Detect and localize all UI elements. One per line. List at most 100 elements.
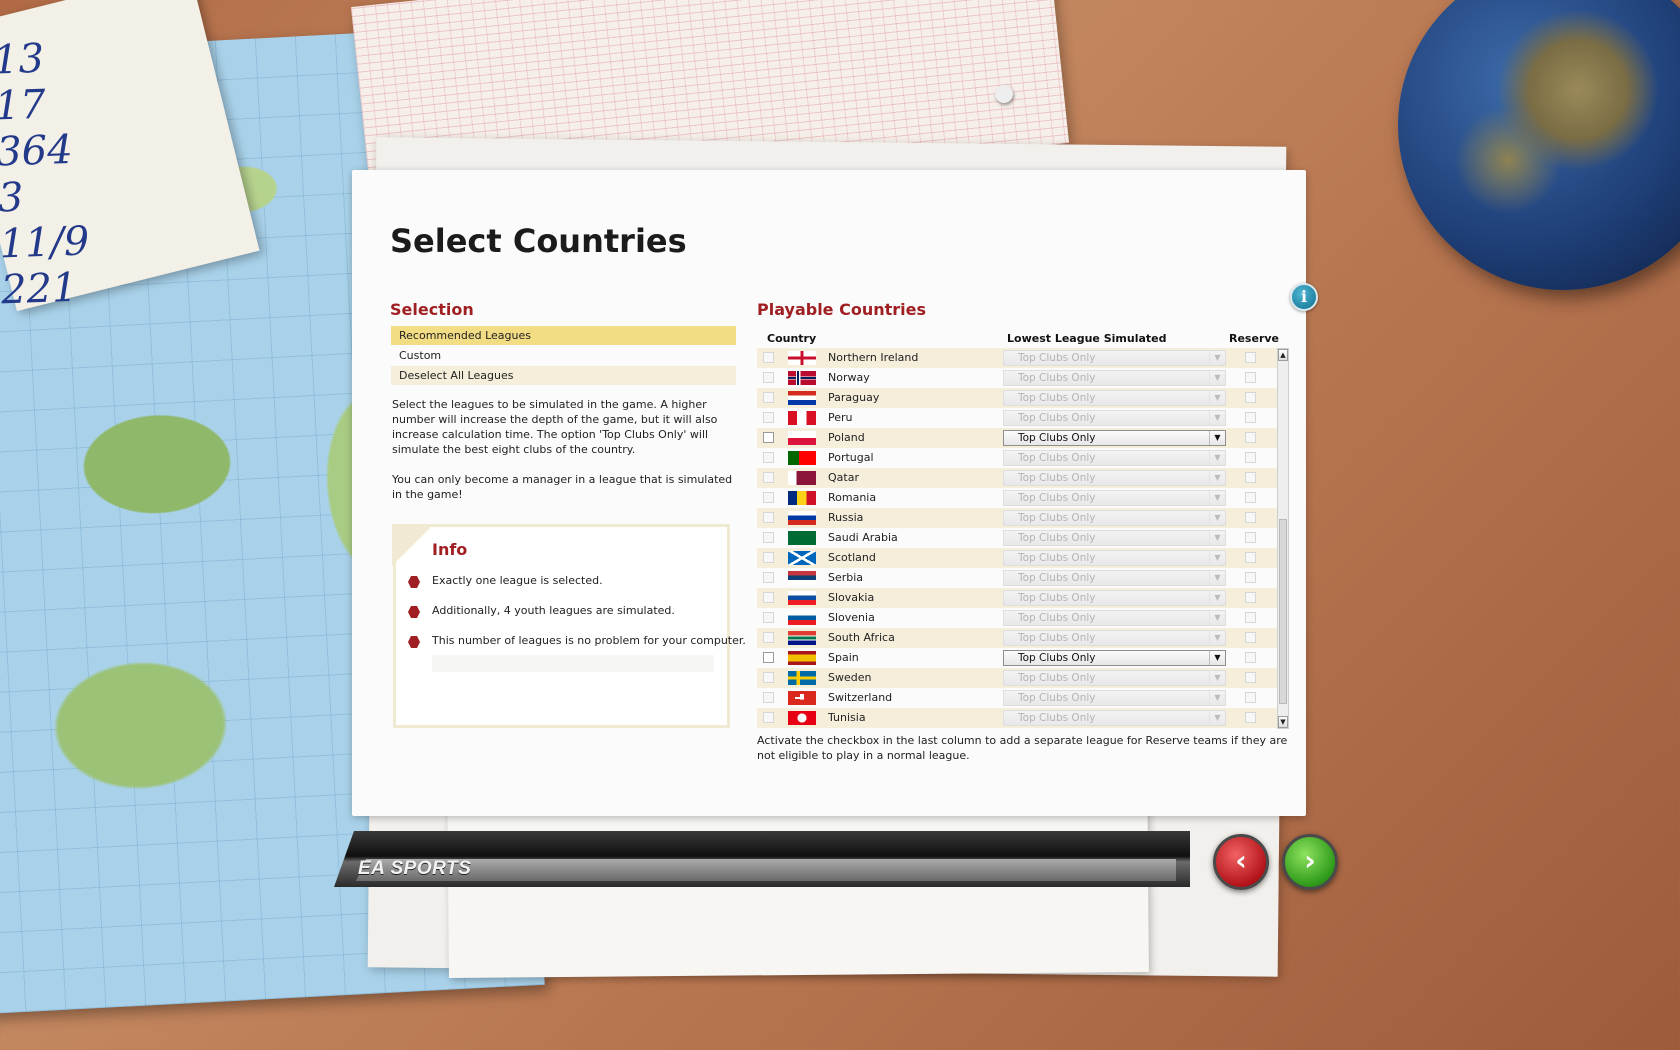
- country-checkbox[interactable]: [763, 412, 774, 423]
- info-line: This number of leagues is no problem for…: [432, 634, 746, 647]
- reserve-checkbox[interactable]: [1245, 532, 1256, 543]
- country-checkbox[interactable]: [763, 552, 774, 563]
- country-checkbox[interactable]: [763, 452, 774, 463]
- table-row: Scotland Top Clubs Only ▼: [757, 548, 1277, 568]
- table-row: Slovakia Top Clubs Only ▼: [757, 588, 1277, 608]
- league-dropdown[interactable]: Top Clubs Only ▼: [1003, 690, 1226, 706]
- countries-scrollbar[interactable]: ▲ ▼: [1277, 348, 1289, 729]
- reserve-checkbox[interactable]: [1245, 612, 1256, 623]
- country-checkbox[interactable]: [763, 372, 774, 383]
- selection-deselect-all[interactable]: Deselect All Leagues: [391, 366, 736, 385]
- league-dropdown[interactable]: Top Clubs Only ▼: [1003, 610, 1226, 626]
- playable-countries-title: Playable Countries: [757, 300, 927, 319]
- flag-slovakia-icon: [788, 591, 816, 605]
- table-row: Saudi Arabia Top Clubs Only ▼: [757, 528, 1277, 548]
- league-dropdown[interactable]: Top Clubs Only ▼: [1003, 630, 1226, 646]
- league-dropdown[interactable]: Top Clubs Only ▼: [1003, 430, 1226, 446]
- note-scribble: 13 17 364 3 11/9 221: [0, 35, 91, 314]
- reserve-checkbox[interactable]: [1245, 652, 1256, 663]
- league-dropdown[interactable]: Top Clubs Only ▼: [1003, 670, 1226, 686]
- table-row: Paraguay Top Clubs Only ▼: [757, 388, 1277, 408]
- league-dropdown[interactable]: Top Clubs Only ▼: [1003, 390, 1226, 406]
- country-checkbox[interactable]: [763, 352, 774, 363]
- reserve-checkbox[interactable]: [1245, 392, 1256, 403]
- table-row: Russia Top Clubs Only ▼: [757, 508, 1277, 528]
- flag-south-africa-icon: [788, 631, 816, 645]
- table-row: Peru Top Clubs Only ▼: [757, 408, 1277, 428]
- league-dropdown[interactable]: Top Clubs Only ▼: [1003, 370, 1226, 386]
- league-dropdown[interactable]: Top Clubs Only ▼: [1003, 530, 1226, 546]
- table-row: Northern Ireland Top Clubs Only ▼: [757, 348, 1277, 368]
- chevron-down-icon: ▼: [1209, 571, 1225, 585]
- reserve-checkbox[interactable]: [1245, 452, 1256, 463]
- back-button[interactable]: ‹: [1213, 834, 1269, 890]
- country-checkbox[interactable]: [763, 692, 774, 703]
- league-dropdown-value: Top Clubs Only: [1018, 452, 1096, 464]
- next-button[interactable]: ›: [1282, 834, 1338, 890]
- country-name: Saudi Arabia: [828, 531, 898, 544]
- country-checkbox[interactable]: [763, 572, 774, 583]
- reserve-checkbox[interactable]: [1245, 372, 1256, 383]
- league-dropdown[interactable]: Top Clubs Only ▼: [1003, 650, 1226, 666]
- reserve-checkbox[interactable]: [1245, 592, 1256, 603]
- country-checkbox[interactable]: [763, 672, 774, 683]
- reserve-checkbox[interactable]: [1245, 472, 1256, 483]
- league-dropdown-value: Top Clubs Only: [1018, 572, 1096, 584]
- scroll-thumb[interactable]: [1279, 519, 1287, 704]
- reserve-checkbox[interactable]: [1245, 692, 1256, 703]
- chevron-down-icon: ▼: [1209, 551, 1225, 565]
- league-dropdown[interactable]: Top Clubs Only ▼: [1003, 410, 1226, 426]
- bottom-bar-chrome: [356, 859, 1176, 881]
- selection-description: Select the leagues to be simulated in th…: [392, 398, 718, 456]
- country-checkbox[interactable]: [763, 712, 774, 723]
- country-checkbox[interactable]: [763, 392, 774, 403]
- selection-recommended-leagues[interactable]: Recommended Leagues: [391, 326, 736, 345]
- country-checkbox[interactable]: [763, 532, 774, 543]
- country-checkbox[interactable]: [763, 612, 774, 623]
- chevron-down-icon: ▼: [1209, 631, 1225, 645]
- chevron-right-icon: ›: [1304, 844, 1316, 877]
- reserve-checkbox[interactable]: [1245, 712, 1256, 723]
- country-checkbox[interactable]: [763, 512, 774, 523]
- table-row: Slovenia Top Clubs Only ▼: [757, 608, 1277, 628]
- league-dropdown[interactable]: Top Clubs Only ▼: [1003, 710, 1226, 726]
- country-checkbox[interactable]: [763, 632, 774, 643]
- reserve-checkbox[interactable]: [1245, 412, 1256, 423]
- country-checkbox[interactable]: [763, 432, 774, 443]
- league-dropdown[interactable]: Top Clubs Only ▼: [1003, 570, 1226, 586]
- country-name: Tunisia: [828, 711, 866, 724]
- selection-custom[interactable]: Custom: [391, 346, 736, 365]
- country-name: Portugal: [828, 451, 874, 464]
- league-dropdown[interactable]: Top Clubs Only ▼: [1003, 550, 1226, 566]
- league-dropdown[interactable]: Top Clubs Only ▼: [1003, 590, 1226, 606]
- reserve-checkbox[interactable]: [1245, 432, 1256, 443]
- reserve-checkbox[interactable]: [1245, 512, 1256, 523]
- scroll-up-icon[interactable]: ▲: [1278, 349, 1288, 361]
- league-dropdown[interactable]: Top Clubs Only ▼: [1003, 450, 1226, 466]
- chevron-down-icon: ▼: [1209, 371, 1225, 385]
- league-dropdown[interactable]: Top Clubs Only ▼: [1003, 510, 1226, 526]
- country-checkbox[interactable]: [763, 592, 774, 603]
- chevron-left-icon: ‹: [1235, 844, 1247, 877]
- info-icon[interactable]: i: [1290, 283, 1318, 311]
- league-dropdown[interactable]: Top Clubs Only ▼: [1003, 350, 1226, 366]
- info-title: Info: [432, 540, 468, 559]
- league-dropdown-value: Top Clubs Only: [1018, 492, 1096, 504]
- reserve-checkbox[interactable]: [1245, 552, 1256, 563]
- league-dropdown[interactable]: Top Clubs Only ▼: [1003, 490, 1226, 506]
- selection-manager-note: You can only become a manager in a leagu…: [392, 473, 733, 501]
- country-name: Northern Ireland: [828, 351, 919, 364]
- reserve-checkbox[interactable]: [1245, 572, 1256, 583]
- reserve-checkbox[interactable]: [1245, 672, 1256, 683]
- flag-norway-icon: [788, 371, 816, 385]
- reserve-checkbox[interactable]: [1245, 632, 1256, 643]
- chevron-down-icon: ▼: [1209, 351, 1225, 365]
- country-checkbox[interactable]: [763, 652, 774, 663]
- league-dropdown[interactable]: Top Clubs Only ▼: [1003, 470, 1226, 486]
- reserve-checkbox[interactable]: [1245, 492, 1256, 503]
- country-checkbox[interactable]: [763, 492, 774, 503]
- reserve-checkbox[interactable]: [1245, 352, 1256, 363]
- table-row: Spain Top Clubs Only ▼: [757, 648, 1277, 668]
- scroll-down-icon[interactable]: ▼: [1278, 716, 1288, 728]
- country-checkbox[interactable]: [763, 472, 774, 483]
